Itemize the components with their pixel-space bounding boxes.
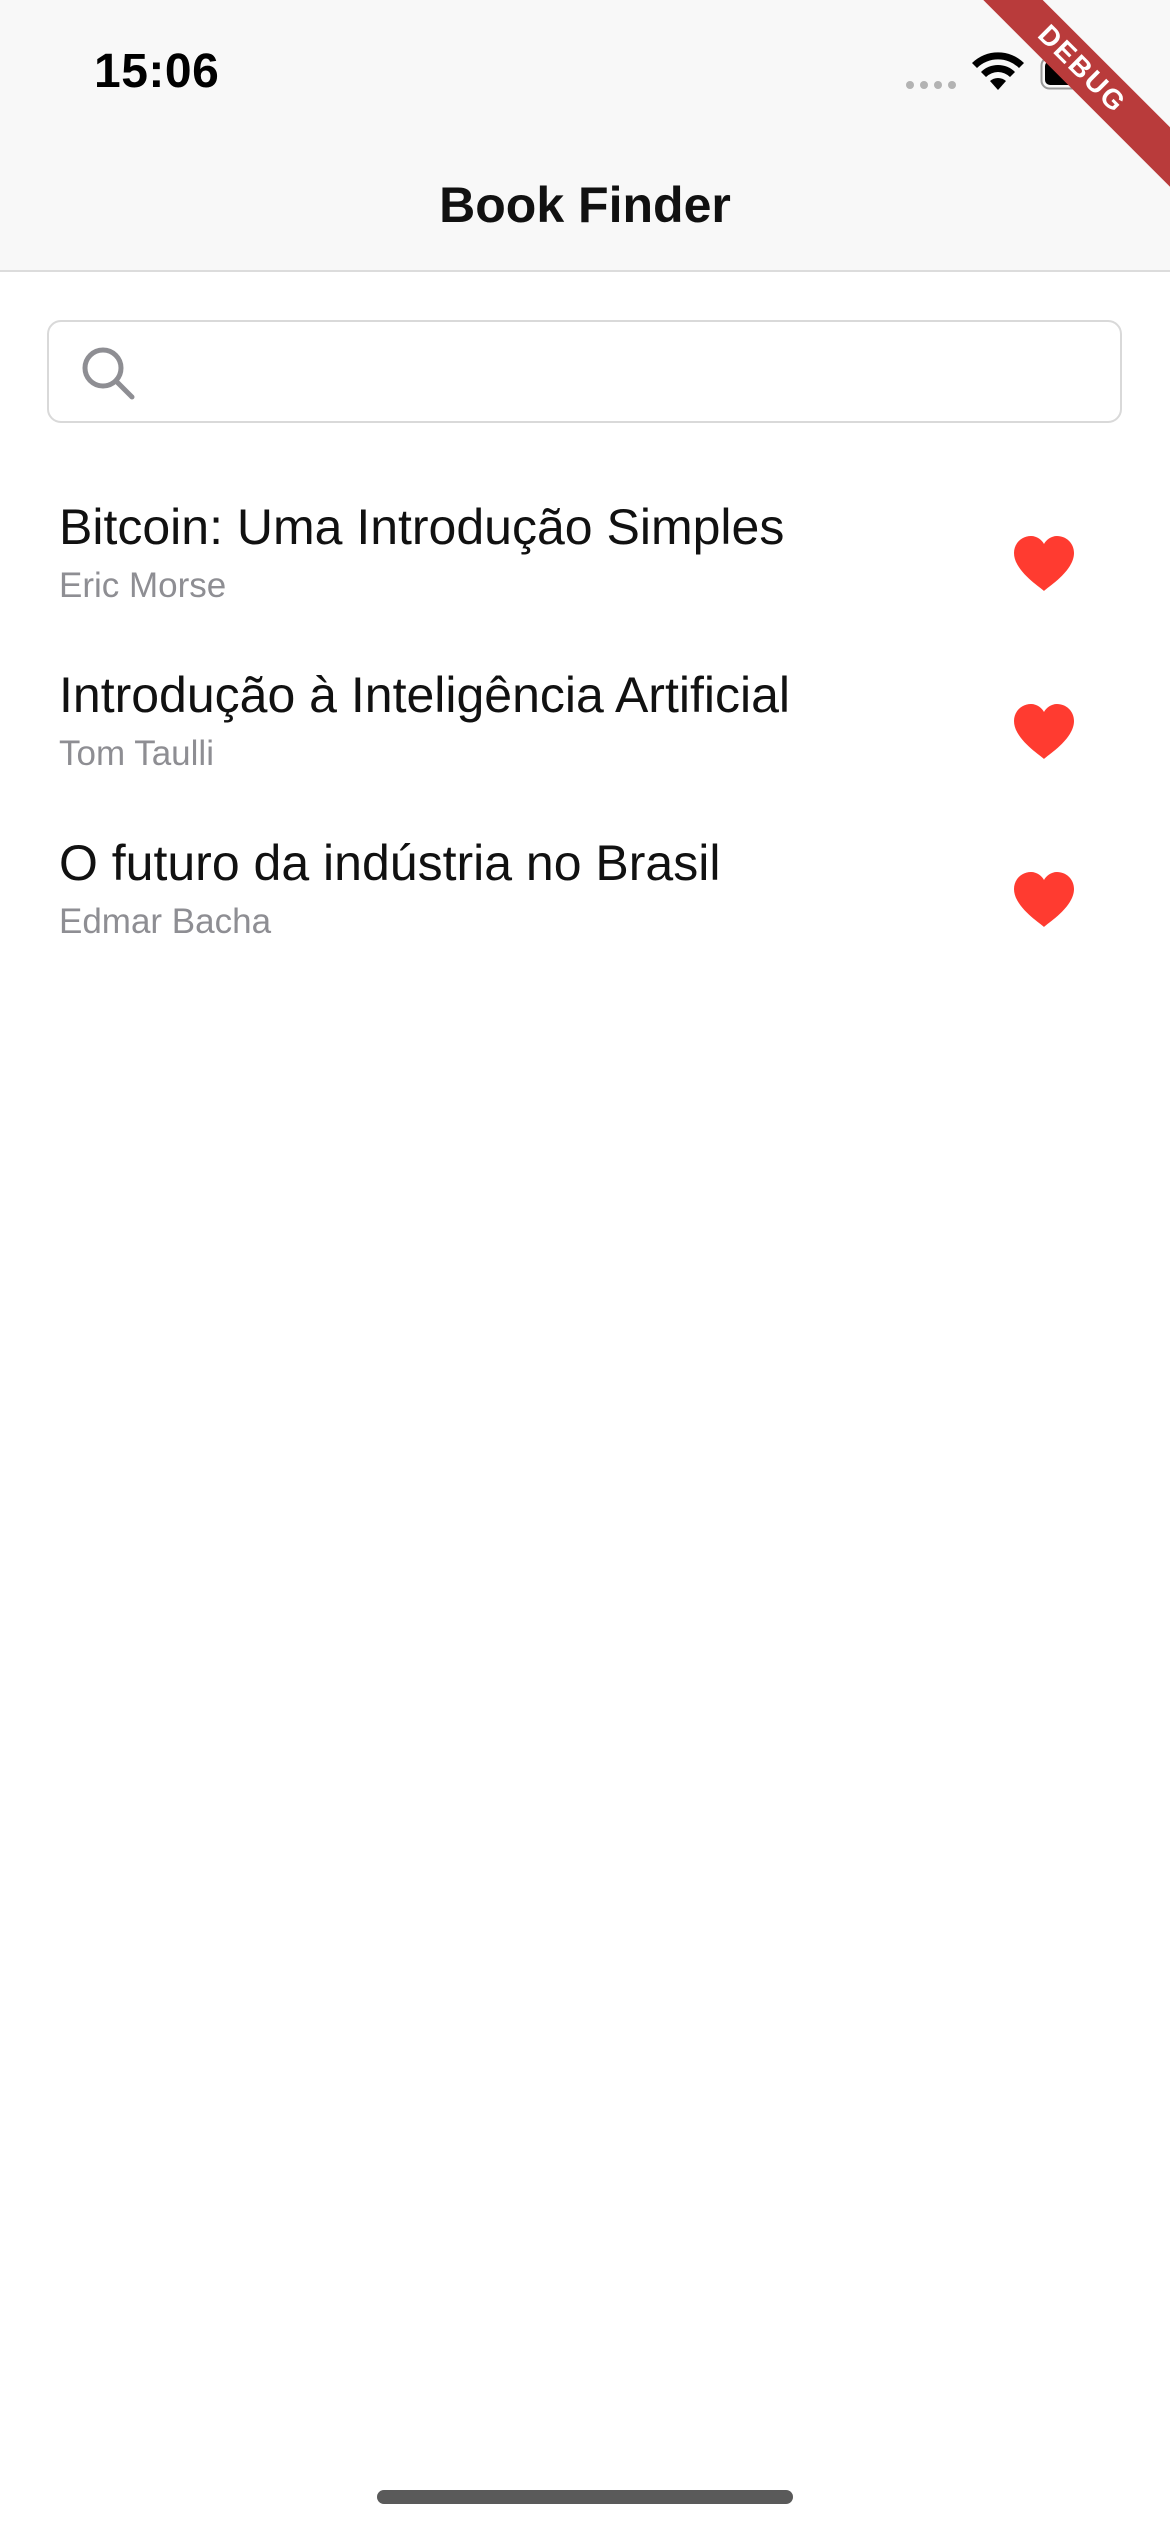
book-title: Introdução à Inteligência Artificial: [59, 667, 790, 723]
book-title: Bitcoin: Uma Introdução Simples: [59, 499, 785, 555]
list-item[interactable]: Bitcoin: Uma Introdução Simples Eric Mor…: [0, 482, 1170, 650]
favorite-button[interactable]: [1002, 522, 1086, 606]
status-time: 15:06: [94, 45, 220, 98]
search-field[interactable]: [47, 320, 1122, 423]
list-item[interactable]: O futuro da indústria no Brasil Edmar Ba…: [0, 818, 1170, 986]
book-list: Bitcoin: Uma Introdução Simples Eric Mor…: [0, 482, 1170, 986]
favorite-button[interactable]: [1002, 690, 1086, 774]
favorite-button[interactable]: [1002, 858, 1086, 942]
search-icon: [82, 347, 135, 400]
heart-icon: [1014, 704, 1074, 759]
heart-icon: [1014, 872, 1074, 927]
cellular-signal-icon: [906, 81, 956, 89]
book-author: Edmar Bacha: [59, 902, 272, 941]
book-author: Eric Morse: [59, 566, 227, 605]
search-input[interactable]: [159, 336, 1103, 410]
debug-banner: DEBUG: [970, 0, 1170, 200]
book-author: Tom Taulli: [59, 734, 214, 773]
debug-banner-label: DEBUG: [970, 0, 1170, 190]
book-title: O futuro da indústria no Brasil: [59, 835, 721, 891]
list-item[interactable]: Introdução à Inteligência Artificial Tom…: [0, 650, 1170, 818]
heart-icon: [1014, 536, 1074, 591]
home-indicator[interactable]: [377, 2490, 793, 2504]
